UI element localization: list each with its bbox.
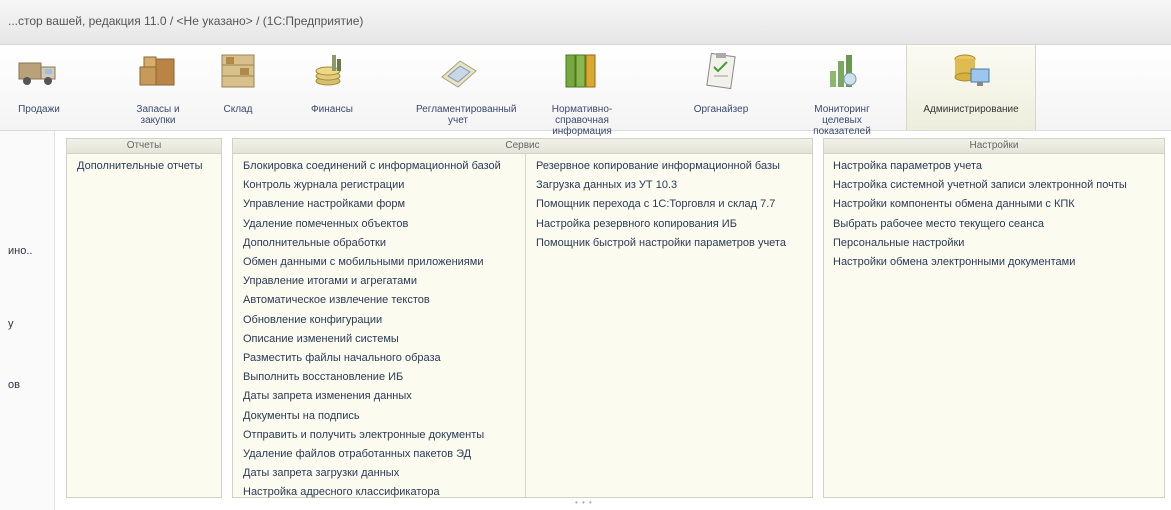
nav-item[interactable]: ино.. [8,245,32,257]
section-inventory-purchases[interactable]: Запасы и закупки [108,45,208,130]
service-link[interactable]: Загрузка данных из УТ 10.3 [536,176,786,195]
clipboard-icon [699,51,743,91]
settings-link[interactable]: Настройка системной учетной записи элект… [833,176,1127,195]
section-finance[interactable]: Финансы [300,45,364,130]
service-link[interactable]: Дополнительные обработки [243,234,501,253]
resize-handle[interactable]: • • • [575,498,593,507]
service-link[interactable]: Удаление помеченных объектов [243,215,501,234]
section-sales[interactable]: Продажи [0,45,78,130]
service-link[interactable]: Резервное копирование информационной баз… [536,157,786,176]
section-label: Органайзер [693,104,749,115]
section-label: Финансы [311,104,353,115]
service-link[interactable]: Разместить файлы начального образа [243,349,501,368]
window-title: ...стор вашей, редакция 11.0 / <Не указа… [8,14,364,28]
section-label: Регламентированный учет [416,104,517,126]
settings-link[interactable]: Настройки компоненты обмена данными с КП… [833,195,1127,214]
service-link[interactable]: Помощник перехода с 1С:Торговля и склад … [536,195,786,214]
coins-icon [310,51,354,91]
sections-panel: Продажи Запасы и закупки Склад Финансы Р… [0,45,1171,137]
settings-link[interactable]: Настройка параметров учета [833,157,1127,176]
warehouse-icon [216,51,260,91]
section-organizer[interactable]: Органайзер [686,45,756,130]
service-link[interactable]: Описание изменений системы [243,330,501,349]
settings-link[interactable]: Персональные настройки [833,234,1127,253]
service-link[interactable]: Даты запрета загрузки данных [243,464,501,483]
calculator-icon [436,51,480,91]
section-label: Запасы и закупки [136,104,180,126]
service-link[interactable]: Управление настройками форм [243,195,501,214]
section-label: Нормативно-справочная информация [551,104,613,137]
service-link[interactable]: Управление итогами и агрегатами [243,272,501,291]
service-link[interactable]: Удаление файлов отработанных пакетов ЭД [243,445,501,464]
service-panel-title: Сервис [233,139,812,154]
section-regulated-accounting[interactable]: Регламентированный учет [408,45,517,130]
reports-panel-title: Отчеты [67,139,221,154]
service-link[interactable]: Отправить и получить электронные докумен… [243,426,501,445]
section-label: Администрирование [923,104,1019,115]
service-link[interactable]: Обмен данными с мобильными приложениями [243,253,501,272]
service-link[interactable]: Блокировка соединений с информационной б… [243,157,501,176]
section-label: Мониторинг целевых показателей [813,104,871,137]
section-warehouse[interactable]: Склад [208,45,268,130]
truck-icon [17,51,61,91]
nav-item[interactable]: у [8,318,14,330]
section-label: Продажи [18,104,60,115]
service-list-right: Резервное копирование информационной баз… [536,157,786,253]
service-link[interactable]: Выполнить восстановление ИБ [243,368,501,387]
section-administration[interactable]: Администрирование [906,45,1036,130]
reports-list: Дополнительные отчеты [77,157,202,176]
reports-panel: Отчеты Дополнительные отчеты [66,138,222,498]
settings-panel: Настройки Настройка параметров учета Нас… [823,138,1165,498]
navigation-panel: ино.. у ов [0,131,55,510]
database-computer-icon [949,51,993,91]
section-label: Склад [223,104,253,115]
binders-icon [560,51,604,91]
service-link[interactable]: Настройка адресного классификатора [243,483,501,502]
settings-list: Настройка параметров учета Настройка сис… [833,157,1127,272]
section-kpi-monitoring[interactable]: Мониторинг целевых показателей [778,45,906,137]
section-reference-info[interactable]: Нормативно-справочная информация [520,45,644,137]
service-link[interactable]: Обновление конфигурации [243,311,501,330]
service-link[interactable]: Автоматическое извлечение текстов [243,291,501,310]
nav-item[interactable]: ов [8,379,20,391]
service-link[interactable]: Документы на подпись [243,407,501,426]
boxes-icon [136,51,180,91]
settings-link[interactable]: Выбрать рабочее место текущего сеанса [833,215,1127,234]
settings-panel-title: Настройки [824,139,1164,154]
service-panel: Сервис Блокировка соединений с информаци… [232,138,813,498]
service-list-left: Блокировка соединений с информационной б… [243,157,501,503]
service-link[interactable]: Помощник быстрой настройки параметров уч… [536,234,786,253]
settings-link[interactable]: Настройки обмена электронными документам… [833,253,1127,272]
title-bar: ...стор вашей, редакция 11.0 / <Не указа… [0,0,1171,45]
service-link[interactable]: Даты запрета изменения данных [243,387,501,406]
service-link[interactable]: Настройка резервного копирования ИБ [536,215,786,234]
link-additional-reports[interactable]: Дополнительные отчеты [77,157,202,176]
column-divider [525,153,526,497]
service-link[interactable]: Контроль журнала регистрации [243,176,501,195]
chart-icon [820,51,864,91]
